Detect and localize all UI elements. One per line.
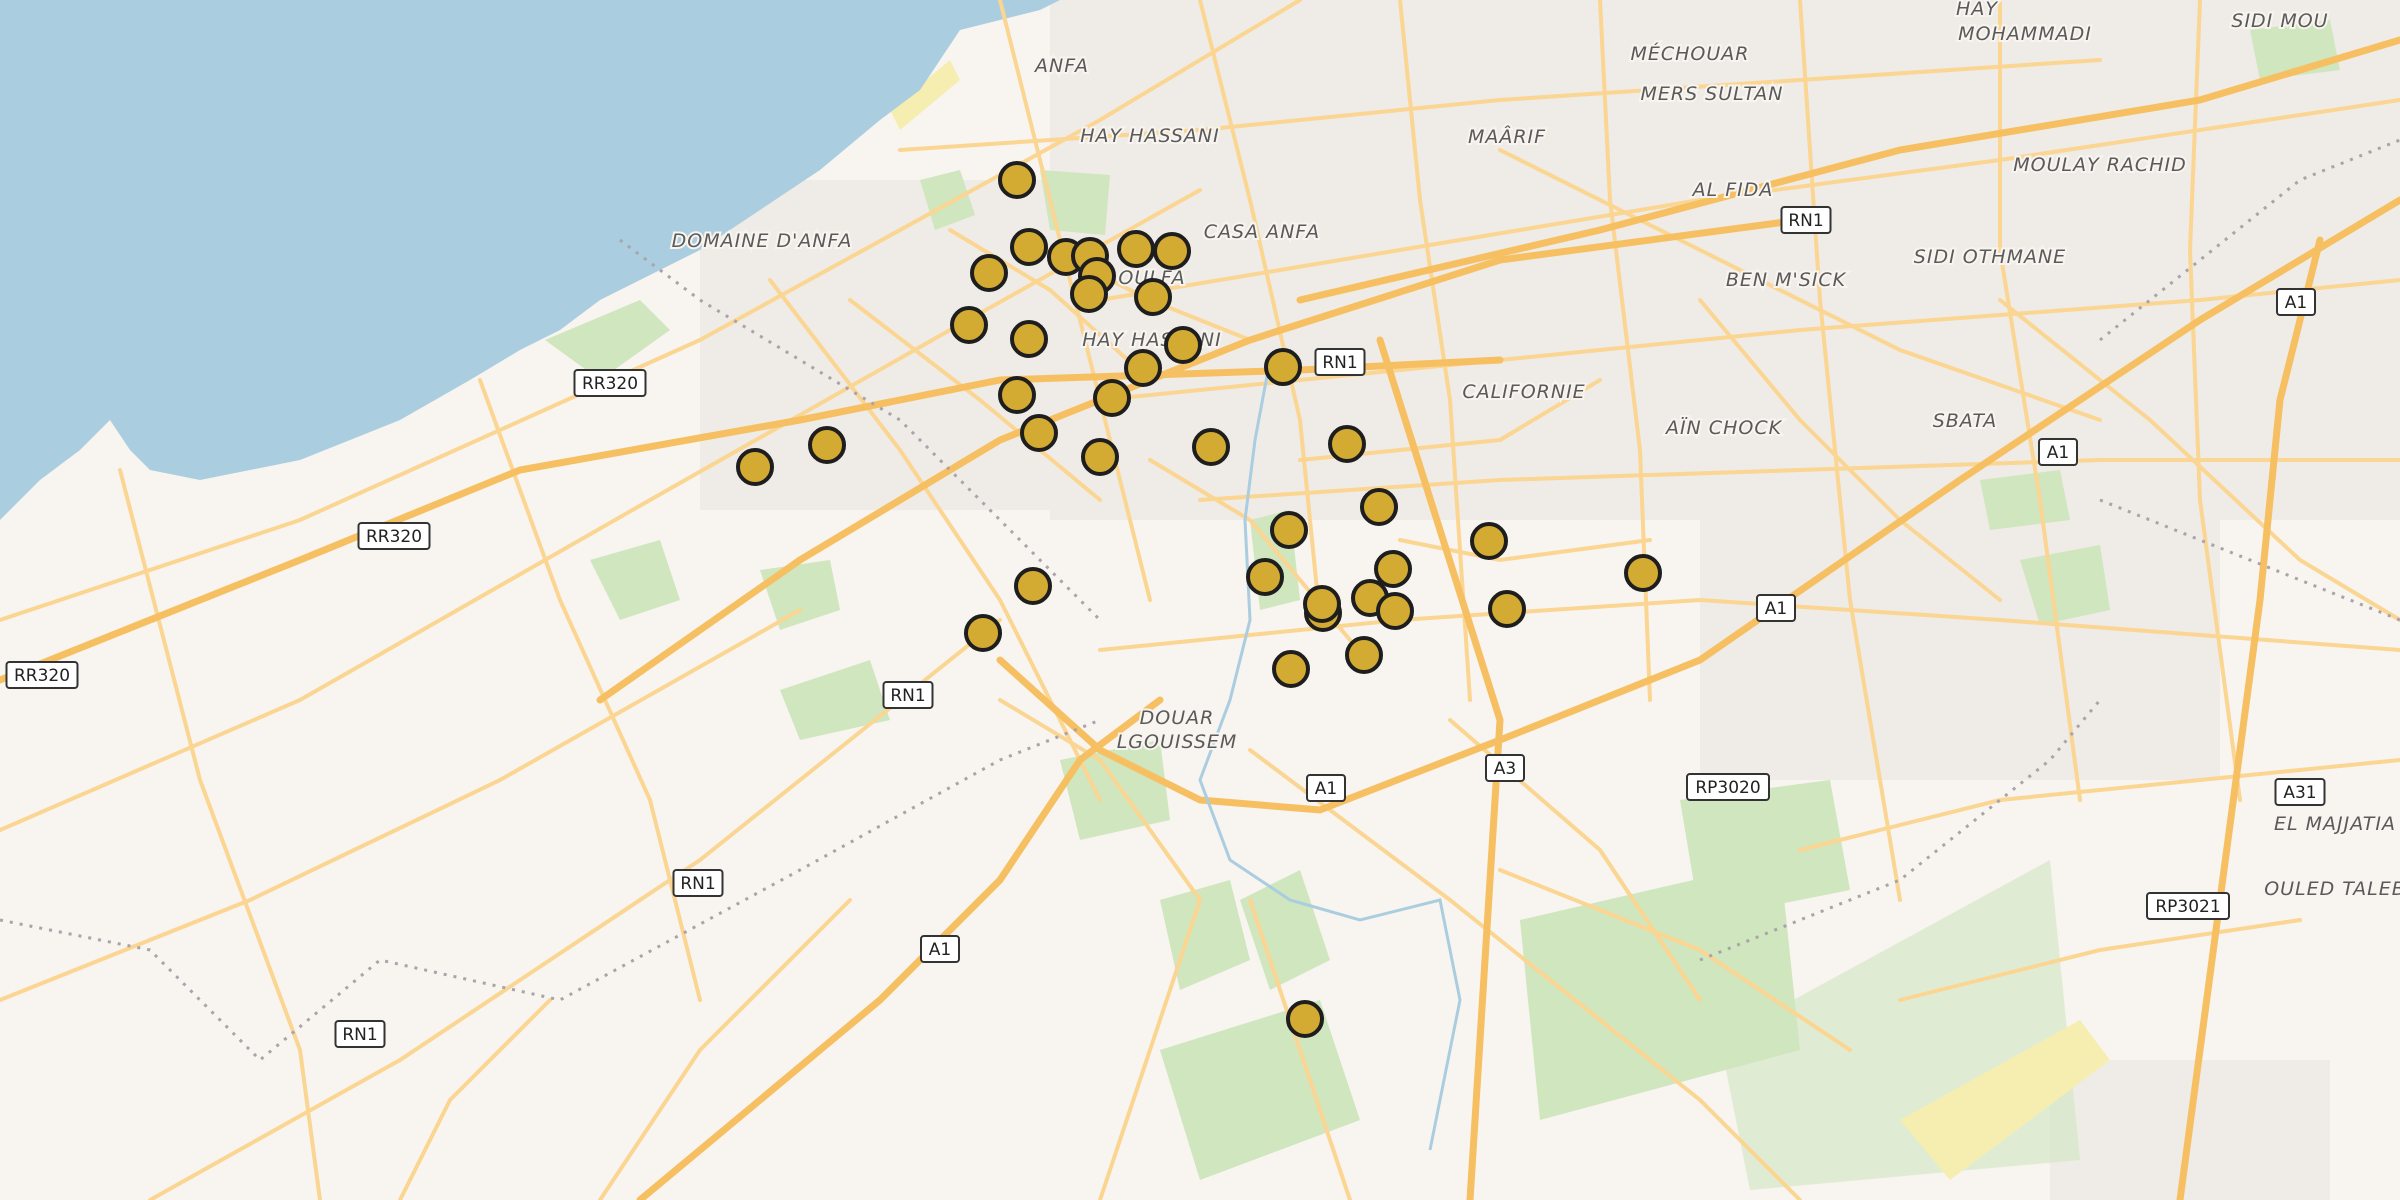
map-svg[interactable]: ANFA HAY HASSANI MÉCHOUAR HAY MOHAMMADI SIDI … bbox=[0, 0, 2400, 1200]
road-shield-label: A1 bbox=[929, 940, 951, 960]
location-marker[interactable] bbox=[1070, 275, 1108, 313]
location-marker[interactable] bbox=[998, 161, 1036, 199]
location-marker[interactable] bbox=[1164, 326, 1202, 364]
location-marker[interactable] bbox=[1272, 650, 1310, 688]
area-label: SIDI MOU bbox=[2231, 10, 2328, 32]
location-marker[interactable] bbox=[1286, 1000, 1324, 1038]
location-marker[interactable] bbox=[998, 376, 1036, 414]
location-marker[interactable] bbox=[1246, 558, 1284, 596]
road-shield-label: A31 bbox=[2283, 783, 2316, 803]
road-shield: RN1 bbox=[1314, 348, 1366, 376]
road-shield: A1 bbox=[1306, 774, 1346, 802]
road-shield-label: RP3020 bbox=[1695, 778, 1760, 798]
road-shield: RN1 bbox=[882, 681, 934, 709]
area-label: AÏN CHOCK bbox=[1664, 416, 1783, 439]
area-label: HAY HASSANI bbox=[1080, 125, 1219, 147]
location-marker[interactable] bbox=[1470, 522, 1508, 560]
road-shield-label: RN1 bbox=[1322, 353, 1357, 373]
road-shield-label: A1 bbox=[2285, 293, 2307, 313]
location-marker[interactable] bbox=[1192, 428, 1230, 466]
location-marker[interactable] bbox=[1014, 567, 1052, 605]
road-shield-label: RN1 bbox=[680, 874, 715, 894]
area-label: LGOUISSEM bbox=[1117, 731, 1238, 753]
road-shield: A1 bbox=[2276, 288, 2316, 316]
location-marker[interactable] bbox=[1020, 414, 1058, 452]
location-marker[interactable] bbox=[1488, 590, 1526, 628]
area-label: SIDI OTHMANE bbox=[1914, 246, 2066, 268]
road-shield: RN1 bbox=[334, 1020, 386, 1048]
area-label: EL MAJJATIA bbox=[2274, 813, 2396, 835]
location-marker[interactable] bbox=[1376, 592, 1414, 630]
road-shield-label: RN1 bbox=[890, 686, 925, 706]
area-label: OULED TALEB bbox=[2264, 878, 2400, 900]
area-label: CASA ANFA bbox=[1204, 221, 1320, 243]
road-shield: RN1 bbox=[1780, 206, 1832, 234]
road-shield-label: A3 bbox=[1494, 759, 1516, 779]
road-shield: RN1 bbox=[672, 869, 724, 897]
location-marker[interactable] bbox=[1134, 278, 1172, 316]
location-marker[interactable] bbox=[1264, 348, 1302, 386]
area-label: MOULAY RACHID bbox=[2013, 154, 2186, 176]
road-shield: A31 bbox=[2274, 778, 2326, 806]
road-shield: A1 bbox=[1756, 594, 1796, 622]
road-shield-label: RR320 bbox=[582, 374, 638, 394]
road-shield-label: A1 bbox=[1315, 779, 1337, 799]
location-marker[interactable] bbox=[1360, 488, 1398, 526]
location-marker[interactable] bbox=[1345, 636, 1383, 674]
area-label: DOUAR bbox=[1140, 707, 1215, 729]
road-shield: RP3020 bbox=[1686, 773, 1770, 801]
road-shield: RR320 bbox=[357, 522, 431, 550]
area-label: MÉCHOUAR bbox=[1630, 42, 1749, 65]
road-shield-label: RP3021 bbox=[2155, 897, 2220, 917]
location-marker[interactable] bbox=[1624, 554, 1662, 592]
location-marker[interactable] bbox=[736, 448, 774, 486]
road-shield: RR320 bbox=[5, 661, 79, 689]
road-shield: A1 bbox=[2038, 438, 2078, 466]
road-shield: A1 bbox=[920, 935, 960, 963]
location-marker[interactable] bbox=[1374, 550, 1412, 588]
area-label: MAÂRIF bbox=[1468, 125, 1546, 148]
road-shield-label: RN1 bbox=[1788, 211, 1823, 231]
location-marker[interactable] bbox=[1010, 320, 1048, 358]
road-shield-label: RR320 bbox=[14, 666, 70, 686]
area-label: CALIFORNIE bbox=[1462, 381, 1585, 403]
road-shield: A3 bbox=[1485, 754, 1525, 782]
road-shield-label: A1 bbox=[1765, 599, 1787, 619]
road-shield: RP3021 bbox=[2146, 892, 2230, 920]
map-canvas[interactable]: ANFA HAY HASSANI MÉCHOUAR HAY MOHAMMADI SIDI … bbox=[0, 0, 2400, 1200]
location-marker[interactable] bbox=[1124, 349, 1162, 387]
location-marker[interactable] bbox=[1303, 585, 1341, 623]
area-label: SBATA bbox=[1933, 410, 1998, 432]
road-shield-label: RR320 bbox=[366, 527, 422, 547]
location-marker[interactable] bbox=[1328, 425, 1366, 463]
location-marker[interactable] bbox=[1153, 232, 1191, 270]
area-label: ANFA bbox=[1033, 55, 1089, 77]
location-marker[interactable] bbox=[970, 254, 1008, 292]
location-marker[interactable] bbox=[1117, 230, 1155, 268]
area-label: DOMAINE D'ANFA bbox=[672, 230, 853, 252]
location-marker[interactable] bbox=[950, 306, 988, 344]
area-label: HAY bbox=[1956, 0, 1998, 20]
location-marker[interactable] bbox=[1270, 511, 1308, 549]
location-marker[interactable] bbox=[1010, 228, 1048, 266]
area-label: AL FIDA bbox=[1691, 179, 1774, 201]
road-shield: RR320 bbox=[573, 369, 647, 397]
road-shield-label: RN1 bbox=[342, 1025, 377, 1045]
location-marker[interactable] bbox=[964, 614, 1002, 652]
location-marker[interactable] bbox=[1093, 379, 1131, 417]
location-marker[interactable] bbox=[1081, 438, 1119, 476]
area-label: MERS SULTAN bbox=[1640, 83, 1783, 105]
road-shield-label: A1 bbox=[2047, 443, 2069, 463]
area-label: BEN M'SICK bbox=[1726, 269, 1847, 291]
area-label: MOHAMMADI bbox=[1958, 23, 2092, 45]
location-marker[interactable] bbox=[808, 426, 846, 464]
